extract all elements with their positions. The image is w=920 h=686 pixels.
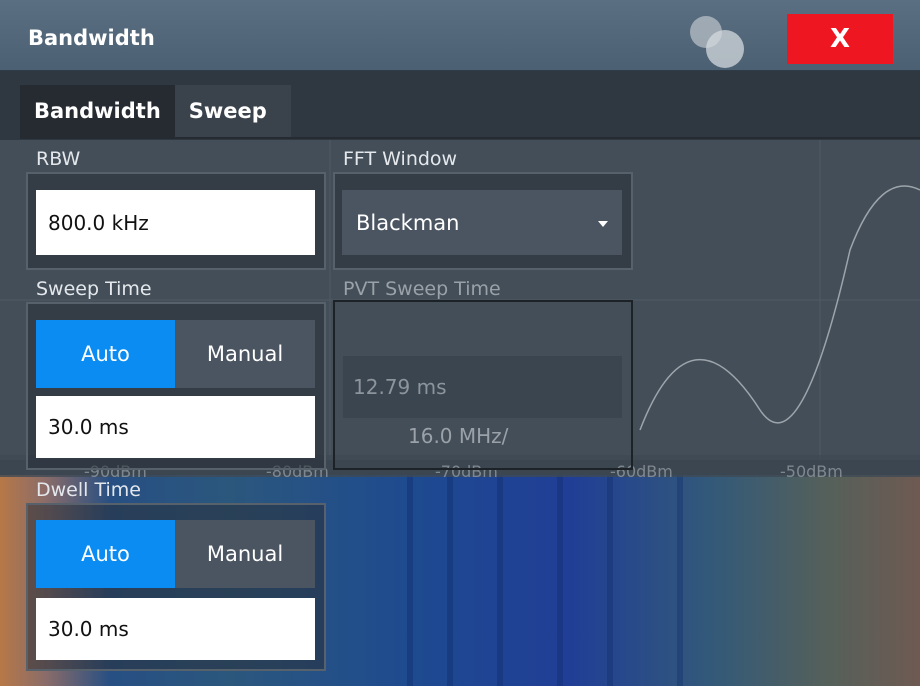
pvt-sweep-time-value: 12.79 ms bbox=[343, 356, 622, 418]
tab-bar: Bandwidth Sweep bbox=[20, 85, 291, 137]
scale-label: -50dBm bbox=[780, 462, 843, 481]
rbw-input[interactable]: 800.0 kHz bbox=[36, 190, 315, 255]
transparency-icon-overlap bbox=[706, 30, 744, 68]
close-icon: X bbox=[829, 24, 851, 54]
fft-window-value: Blackman bbox=[356, 210, 460, 235]
fft-window-select[interactable]: Blackman bbox=[342, 190, 622, 255]
dialog-title-bar[interactable]: Bandwidth X bbox=[0, 0, 920, 71]
dwell-time-input[interactable]: 30.0 ms bbox=[36, 598, 315, 660]
tab-bandwidth[interactable]: Bandwidth bbox=[20, 85, 175, 137]
rbw-label: RBW bbox=[36, 148, 81, 170]
fft-window-label: FFT Window bbox=[343, 148, 458, 170]
dwell-time-manual-button[interactable]: Manual bbox=[175, 520, 315, 588]
dwell-time-label: Dwell Time bbox=[36, 479, 141, 501]
sweep-time-auto-button[interactable]: Auto bbox=[36, 320, 175, 388]
close-button[interactable]: X bbox=[787, 14, 893, 64]
tab-divider bbox=[20, 137, 920, 139]
sweep-time-input[interactable]: 30.0 ms bbox=[36, 396, 315, 458]
sweep-time-mode-toggle: Auto Manual bbox=[36, 320, 315, 388]
sweep-time-label: Sweep Time bbox=[36, 278, 152, 300]
dialog-title: Bandwidth bbox=[28, 26, 155, 50]
sweep-time-manual-button[interactable]: Manual bbox=[175, 320, 315, 388]
frequency-span-label: 16.0 MHz/ bbox=[408, 424, 509, 448]
chevron-down-icon bbox=[598, 220, 608, 227]
dwell-time-mode-toggle: Auto Manual bbox=[36, 520, 315, 588]
tab-sweep[interactable]: Sweep bbox=[174, 85, 291, 137]
pvt-sweep-time-label: PVT Sweep Time bbox=[343, 278, 501, 300]
dwell-time-auto-button[interactable]: Auto bbox=[36, 520, 175, 588]
